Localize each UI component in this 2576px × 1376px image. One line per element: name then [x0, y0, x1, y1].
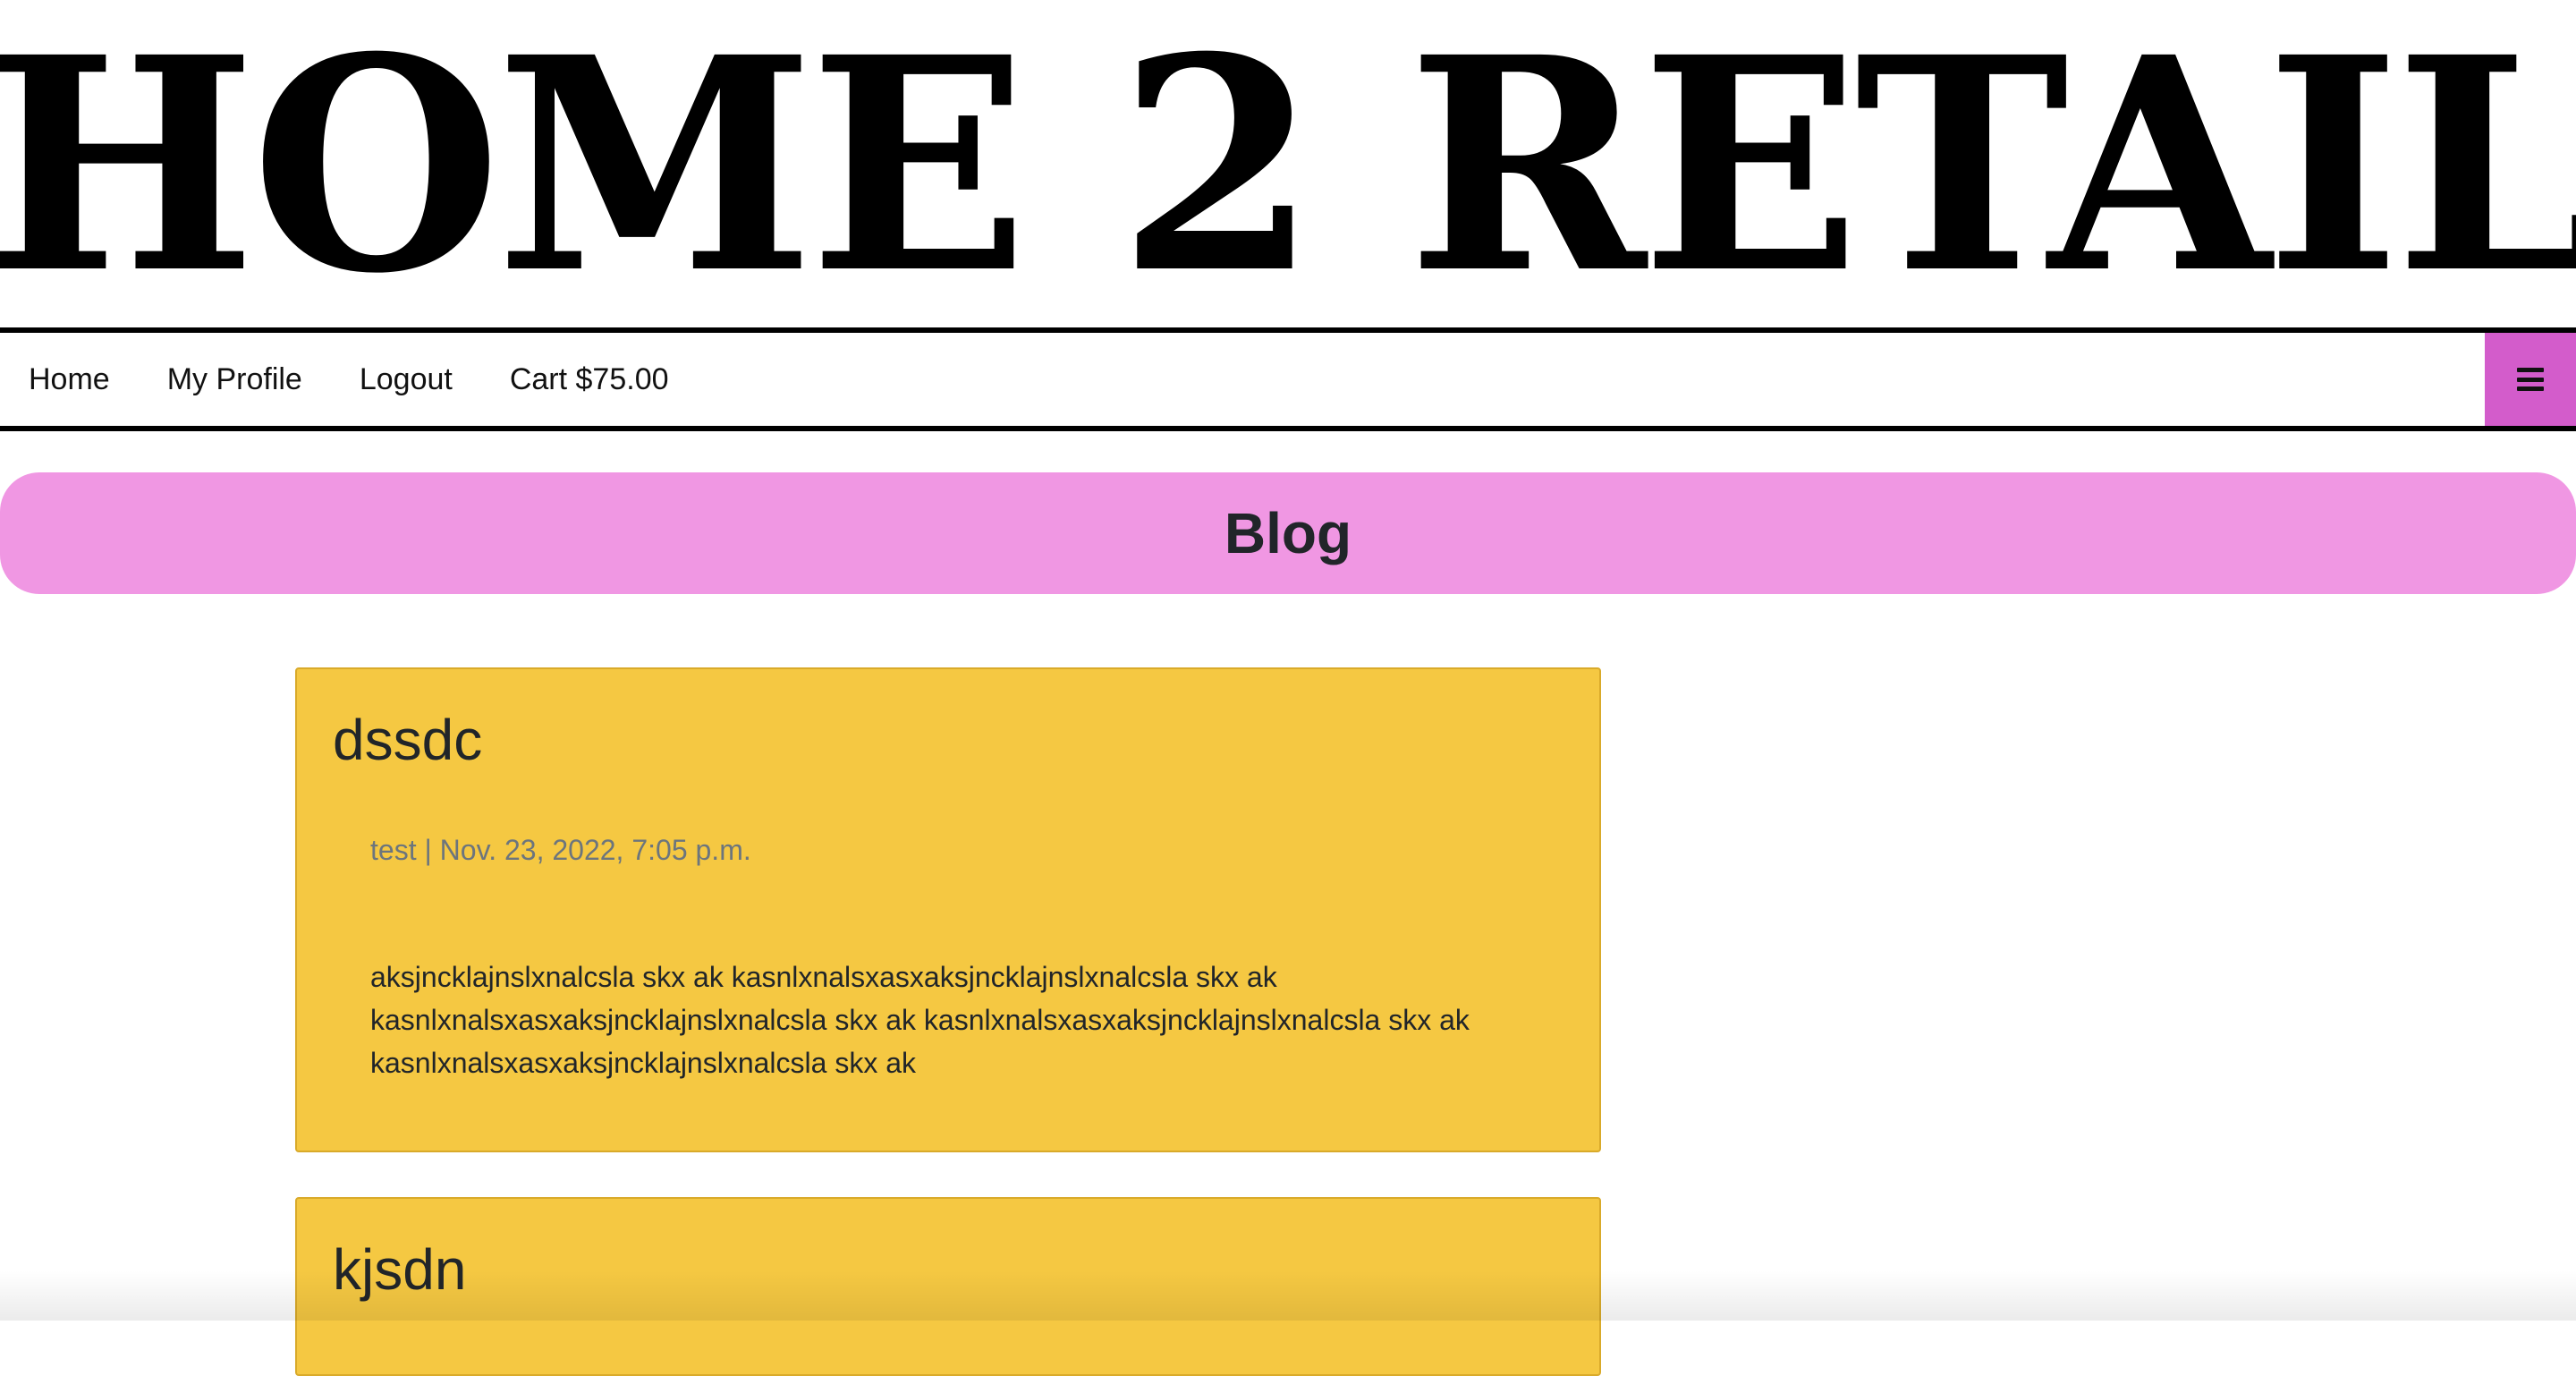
hamburger-menu-icon — [2517, 368, 2544, 391]
site-title: HOME 2 RETAIL — [0, 0, 2576, 327]
nav-links: Home My Profile Logout Cart $75.00 — [0, 333, 726, 426]
nav-link-cart[interactable]: Cart $75.00 — [510, 362, 669, 397]
blog-banner: Blog — [0, 472, 2576, 594]
post-title[interactable]: kjsdn — [333, 1236, 466, 1303]
nav-link-my-profile[interactable]: My Profile — [167, 362, 302, 397]
blog-post-card: kjsdn — [295, 1197, 1601, 1376]
nav-link-logout[interactable]: Logout — [360, 362, 453, 397]
main-navbar: Home My Profile Logout Cart $75.00 — [0, 327, 2576, 431]
post-meta: test | Nov. 23, 2022, 7:05 p.m. — [370, 834, 751, 866]
blog-post-card: dssdc test | Nov. 23, 2022, 7:05 p.m. ak… — [295, 667, 1601, 1152]
nav-link-home[interactable]: Home — [29, 362, 110, 397]
post-body: aksjncklajnslxnalcsla skx ak kasnlxnalsx… — [370, 961, 1470, 1079]
page-title: Blog — [1224, 501, 1352, 565]
site-masthead: HOME 2 RETAIL — [0, 0, 2576, 327]
post-title[interactable]: dssdc — [333, 707, 482, 773]
menu-toggle-button[interactable] — [2485, 333, 2576, 426]
